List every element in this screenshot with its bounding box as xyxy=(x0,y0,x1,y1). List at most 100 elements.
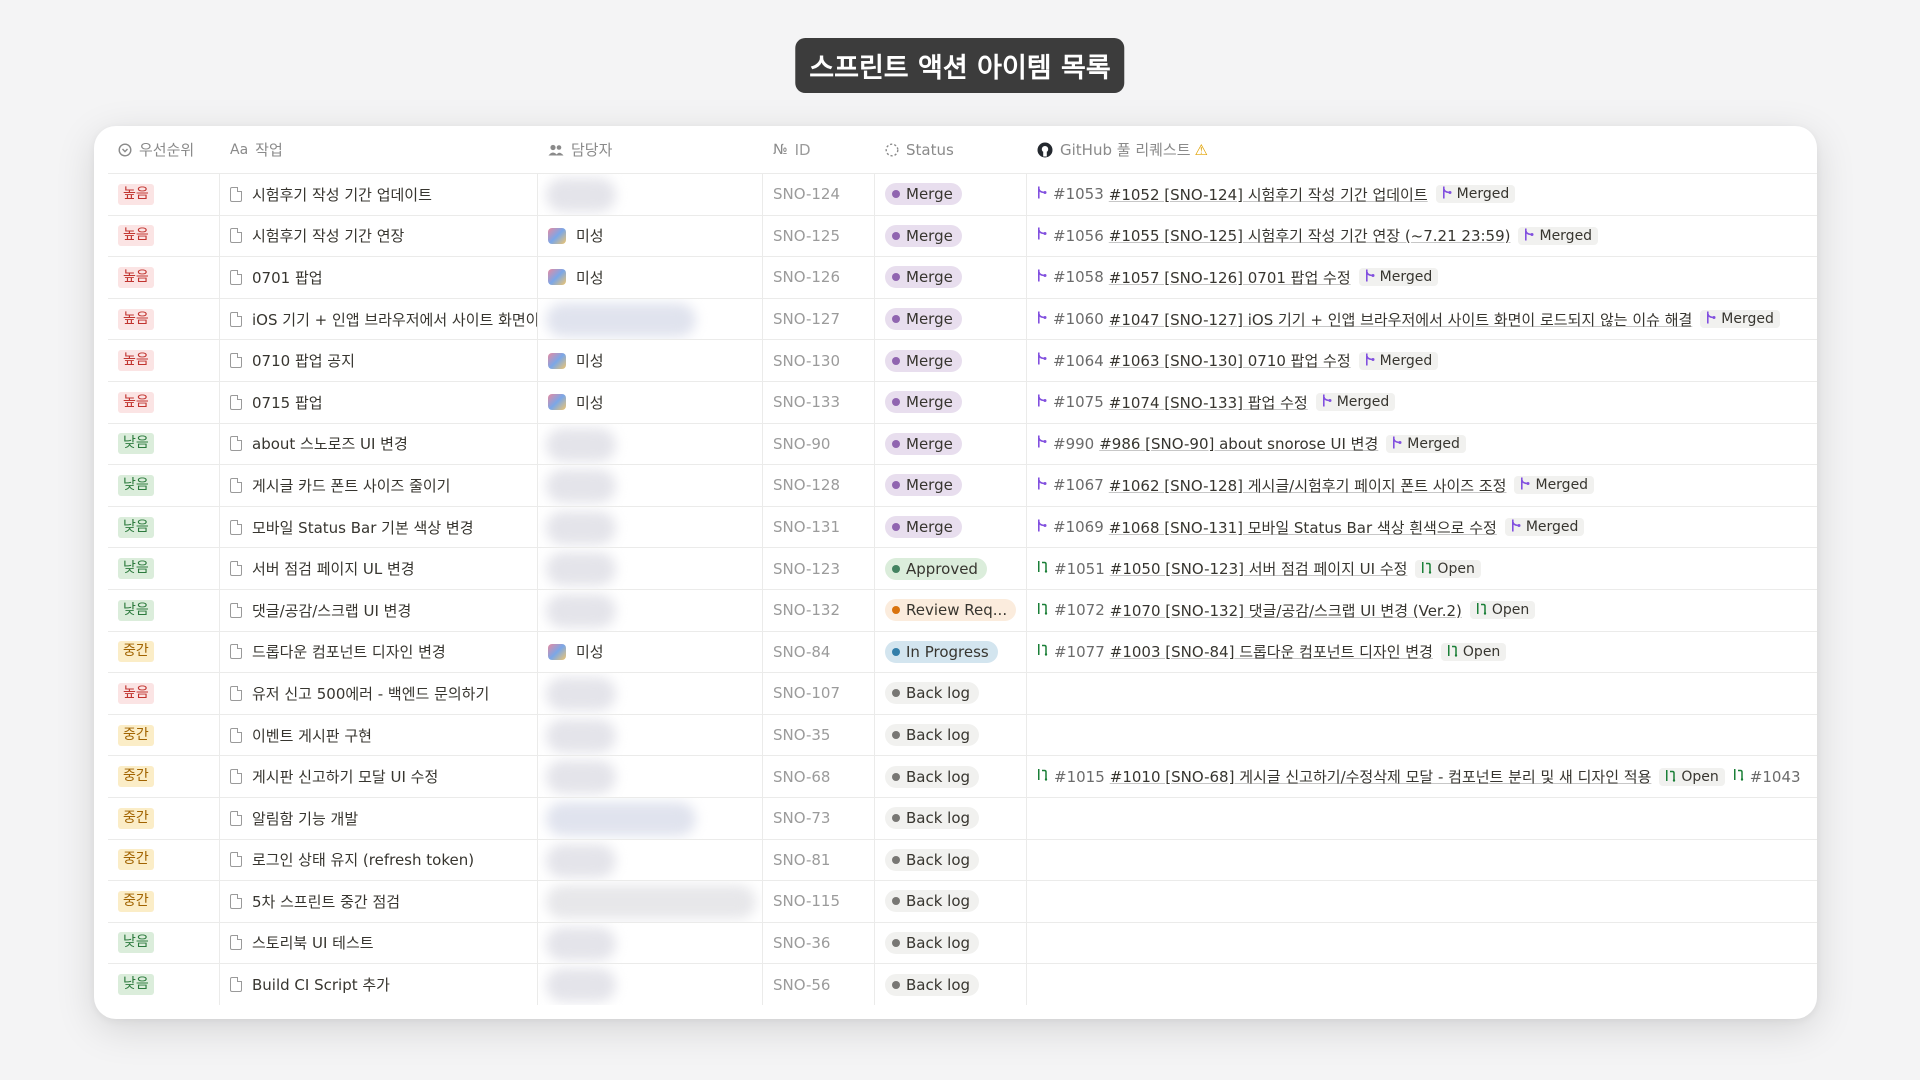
pr-cell[interactable] xyxy=(1027,673,1817,714)
task-cell[interactable]: 5차 스프린트 중간 점검 xyxy=(220,881,538,922)
table-row[interactable]: 높음 시험후기 작성 기간 업데이트 SNO-124 Merge #1053 #1052 … xyxy=(108,173,1817,215)
owner-cell[interactable] xyxy=(538,964,763,1005)
owner-cell[interactable] xyxy=(538,174,763,215)
pr-cell[interactable]: #1067 #1062 [SNO-128] 게시글/시험후기 페이지 폰트 사이즈… xyxy=(1027,465,1817,506)
id-cell[interactable]: SNO-107 xyxy=(763,673,875,714)
id-cell[interactable]: SNO-125 xyxy=(763,215,875,257)
task-cell[interactable]: Build CI Script 추가 xyxy=(220,964,538,1005)
owner-cell[interactable] xyxy=(538,922,763,964)
table-row[interactable]: 높음 0710 팝업 공지 미성 SNO-130 Merge #1064 #1063 [SN… xyxy=(108,339,1817,381)
id-cell[interactable]: SNO-68 xyxy=(763,756,875,797)
status-cell[interactable]: Back log xyxy=(875,922,1027,964)
task-cell[interactable]: 게시판 신고하기 모달 UI 수정 xyxy=(220,756,538,797)
id-cell[interactable]: SNO-124 xyxy=(763,174,875,215)
pr-cell[interactable] xyxy=(1027,715,1817,756)
pr-cell[interactable]: #1056 #1055 [SNO-125] 시험후기 작성 기간 연장 (~7.2… xyxy=(1027,216,1817,257)
task-cell[interactable]: 서버 점검 페이지 UL 변경 xyxy=(220,548,538,589)
status-cell[interactable]: Approved xyxy=(875,548,1027,589)
pr-link[interactable]: #1047 [SNO-127] iOS 기기 + 인앱 브라우저에서 사이트 화… xyxy=(1109,309,1693,330)
column-header-status[interactable]: Status xyxy=(875,141,1027,159)
table-row[interactable]: 높음 0715 팝업 미성 SNO-133 Merge #1075 #1074 [SNO-1… xyxy=(108,380,1817,423)
owner-cell[interactable] xyxy=(538,797,763,839)
priority-cell[interactable]: 높음 xyxy=(108,381,220,423)
id-cell[interactable]: SNO-126 xyxy=(763,257,875,298)
task-cell[interactable]: 시험후기 작성 기간 연장 xyxy=(220,215,538,257)
column-header-id[interactable]: № ID xyxy=(763,141,875,159)
table-row[interactable]: 낮음 모바일 Status Bar 기본 색상 변경 SNO-131 Merge #10… xyxy=(108,505,1817,548)
table-row[interactable]: 낮음 스토리북 UI 테스트 SNO-36 Back log xyxy=(108,921,1817,964)
id-cell[interactable]: SNO-123 xyxy=(763,548,875,589)
priority-cell[interactable]: 높음 xyxy=(108,298,220,340)
owner-cell[interactable] xyxy=(538,423,763,465)
status-cell[interactable]: Back log xyxy=(875,756,1027,797)
priority-cell[interactable]: 중간 xyxy=(108,631,220,673)
status-cell[interactable]: Back log xyxy=(875,964,1027,1005)
pr-cell[interactable] xyxy=(1027,881,1817,922)
task-cell[interactable]: 모바일 Status Bar 기본 색상 변경 xyxy=(220,506,538,548)
id-cell[interactable]: SNO-132 xyxy=(763,589,875,631)
table-row[interactable]: 낮음 게시글 카드 폰트 사이즈 줄이기 SNO-128 Merge #1067 #106… xyxy=(108,464,1817,506)
task-cell[interactable]: 알림함 기능 개발 xyxy=(220,797,538,839)
pr-link[interactable]: #1055 [SNO-125] 시험후기 작성 기간 연장 (~7.21 23:… xyxy=(1109,225,1511,246)
id-cell[interactable]: SNO-84 xyxy=(763,631,875,673)
id-cell[interactable]: SNO-130 xyxy=(763,340,875,381)
pr-cell[interactable]: #1060 #1047 [SNO-127] iOS 기기 + 인앱 브라우저에서 … xyxy=(1027,299,1817,340)
id-cell[interactable]: SNO-56 xyxy=(763,964,875,1005)
priority-cell[interactable]: 낮음 xyxy=(108,589,220,631)
owner-cell[interactable]: 미성 xyxy=(538,381,763,423)
pr-link[interactable]: #1052 [SNO-124] 시험후기 작성 기간 업데이트 xyxy=(1109,184,1428,205)
table-row[interactable]: 높음 0701 팝업 미성 SNO-126 Merge #1058 #1057 [SNO-1… xyxy=(108,256,1817,298)
pr-cell[interactable] xyxy=(1027,964,1817,1005)
table-row[interactable]: 중간 드롭다운 컴포넌트 디자인 변경 미성 SNO-84 In Progress #10… xyxy=(108,630,1817,673)
table-row[interactable]: 낮음 about 스노로즈 UI 변경 SNO-90 Merge #990 #986 [S… xyxy=(108,422,1817,465)
task-cell[interactable]: 시험후기 작성 기간 업데이트 xyxy=(220,174,538,215)
owner-cell[interactable]: 미성 xyxy=(538,340,763,381)
pr-cell[interactable]: #1077 #1003 [SNO-84] 드롭다운 컴포넌트 디자인 변경 Open xyxy=(1027,632,1817,673)
pr-cell[interactable]: #1064 #1063 [SNO-130] 0710 팝업 수정 Merged xyxy=(1027,340,1817,381)
pr-cell[interactable]: #1069 #1068 [SNO-131] 모바일 Status Bar 색상 흰… xyxy=(1027,507,1817,548)
status-cell[interactable]: Review Req... xyxy=(875,589,1027,631)
status-cell[interactable]: Merge xyxy=(875,506,1027,548)
table-row[interactable]: 높음 유저 신고 500에러 - 백엔드 문의하기 SNO-107 Back log xyxy=(108,672,1817,714)
pr-link[interactable]: #1068 [SNO-131] 모바일 Status Bar 색상 흰색으로 수… xyxy=(1109,517,1497,538)
pr-cell[interactable] xyxy=(1027,798,1817,839)
id-cell[interactable]: SNO-35 xyxy=(763,714,875,756)
owner-cell[interactable] xyxy=(538,465,763,506)
priority-cell[interactable]: 높음 xyxy=(108,215,220,257)
status-cell[interactable]: Merge xyxy=(875,298,1027,340)
pr-link[interactable]: #1050 [SNO-123] 서버 점검 페이지 UI 수정 xyxy=(1110,558,1408,579)
status-cell[interactable]: In Progress xyxy=(875,631,1027,673)
priority-cell[interactable]: 중간 xyxy=(108,714,220,756)
status-cell[interactable]: Merge xyxy=(875,257,1027,298)
pr-cell[interactable]: #1058 #1057 [SNO-126] 0701 팝업 수정 Merged xyxy=(1027,257,1817,298)
pr-cell[interactable]: #1053 #1052 [SNO-124] 시험후기 작성 기간 업데이트 Merg… xyxy=(1027,174,1817,215)
task-cell[interactable]: 드롭다운 컴포넌트 디자인 변경 xyxy=(220,631,538,673)
owner-cell[interactable] xyxy=(538,298,763,340)
task-cell[interactable]: 로그인 상태 유지 (refresh token) xyxy=(220,839,538,881)
owner-cell[interactable] xyxy=(538,714,763,756)
pr-link[interactable]: #986 [SNO-90] about snorose UI 변경 xyxy=(1099,433,1378,454)
column-header-task[interactable]: Aa 작업 xyxy=(220,139,538,160)
table-row[interactable]: 낮음 Build CI Script 추가 SNO-56 Back log xyxy=(108,963,1817,1005)
owner-cell[interactable]: 미성 xyxy=(538,257,763,298)
pr-link[interactable]: #1003 [SNO-84] 드롭다운 컴포넌트 디자인 변경 xyxy=(1110,641,1433,662)
id-cell[interactable]: SNO-128 xyxy=(763,465,875,506)
id-cell[interactable]: SNO-36 xyxy=(763,922,875,964)
status-cell[interactable]: Back log xyxy=(875,839,1027,881)
pr-link[interactable]: #1057 [SNO-126] 0701 팝업 수정 xyxy=(1109,267,1351,288)
pr-link[interactable]: #1063 [SNO-130] 0710 팝업 수정 xyxy=(1109,350,1351,371)
status-cell[interactable]: Back log xyxy=(875,881,1027,922)
task-cell[interactable]: 0701 팝업 xyxy=(220,257,538,298)
priority-cell[interactable]: 낮음 xyxy=(108,465,220,506)
table-row[interactable]: 낮음 댓글/공감/스크랩 UI 변경 SNO-132 Review Req... #10… xyxy=(108,588,1817,631)
priority-cell[interactable]: 낮음 xyxy=(108,548,220,589)
priority-cell[interactable]: 중간 xyxy=(108,839,220,881)
owner-cell[interactable] xyxy=(538,839,763,881)
task-cell[interactable]: 게시글 카드 폰트 사이즈 줄이기 xyxy=(220,465,538,506)
task-cell[interactable]: 이벤트 게시판 구현 xyxy=(220,714,538,756)
owner-cell[interactable] xyxy=(538,881,763,922)
status-cell[interactable]: Merge xyxy=(875,174,1027,215)
table-row[interactable]: 낮음 서버 점검 페이지 UL 변경 SNO-123 Approved #1051 #10… xyxy=(108,547,1817,589)
owner-cell[interactable] xyxy=(538,548,763,589)
task-cell[interactable]: 유저 신고 500에러 - 백엔드 문의하기 xyxy=(220,673,538,714)
